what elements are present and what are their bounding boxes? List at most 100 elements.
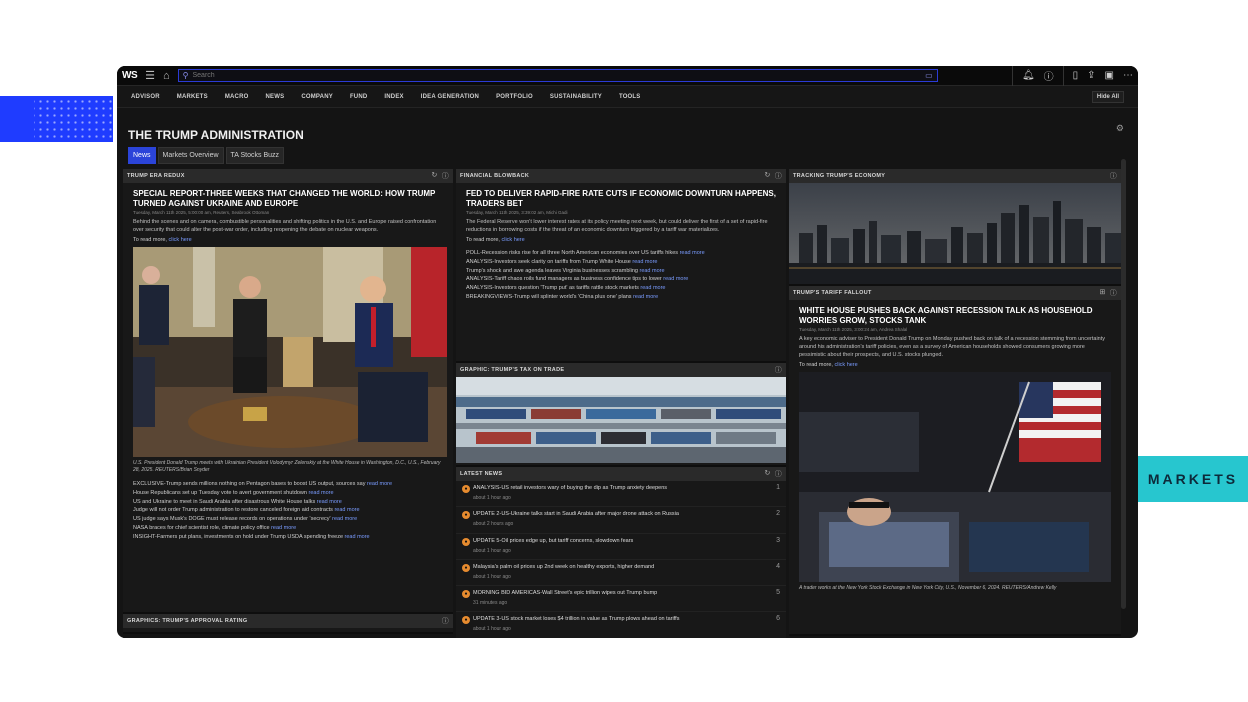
list-item[interactable]: INSIGHT-Farmers put plans, investments o…	[133, 533, 443, 542]
article-image[interactable]	[123, 243, 453, 457]
reuters-icon: ●	[462, 590, 470, 599]
list-item[interactable]: BREAKINGVIEWS-Trump will splinter world'…	[466, 293, 776, 302]
help-icon[interactable]: ⓘ	[1044, 68, 1054, 83]
click-here-link[interactable]: click here	[168, 237, 191, 243]
news-rank: 4	[776, 562, 780, 570]
divider	[1062, 66, 1064, 86]
news-title[interactable]: Malaysia's palm oil prices up 2nd week o…	[473, 563, 770, 571]
news-row[interactable]: ● MORNING BID AMERICAS-Wall Street's epi…	[456, 586, 786, 613]
info-icon[interactable]: ⓘ	[442, 171, 449, 181]
nav-item-tools[interactable]: TOOLS	[619, 94, 641, 100]
read-more-link[interactable]: read more	[633, 294, 658, 300]
search-input[interactable]	[192, 72, 922, 79]
read-more-link[interactable]: read more	[345, 534, 370, 540]
article-headline[interactable]: WHITE HOUSE PUSHES BACK AGAINST RECESSIO…	[789, 300, 1121, 326]
read-more-link[interactable]: read more	[367, 481, 392, 487]
nav-item-idea-generation[interactable]: IDEA GENERATION	[421, 94, 479, 100]
nav-item-portfolio[interactable]: PORTFOLIO	[496, 94, 533, 100]
article-image[interactable]	[789, 368, 1121, 582]
list-item[interactable]: Trump's shock and awe agenda leaves Virg…	[466, 267, 776, 276]
news-title[interactable]: ANALYSIS-US retail investors wary of buy…	[473, 484, 770, 492]
nav-item-advisor[interactable]: ADVISOR	[131, 94, 160, 100]
info-icon[interactable]: ⓘ	[775, 469, 782, 479]
list-item[interactable]: EXCLUSIVE-Trump sends millions nothing o…	[133, 480, 443, 489]
panel-tracking-economy: TRACKING TRUMP'S ECONOMY ⓘ	[789, 169, 1121, 286]
nav-item-index[interactable]: INDEX	[384, 94, 403, 100]
tab-markets-overview[interactable]: Markets Overview	[157, 147, 224, 164]
list-item[interactable]: ANALYSIS-Investors seek clarity on tarif…	[466, 258, 776, 267]
news-title[interactable]: UPDATE 2-US-Ukraine talks start in Saudi…	[473, 510, 770, 518]
shipping-port-photo[interactable]	[456, 377, 786, 463]
tab-ta-stocks-buzz[interactable]: TA Stocks Buzz	[225, 147, 285, 164]
refresh-icon[interactable]: ↻	[432, 171, 438, 181]
settings-icon[interactable]: ⚙	[1116, 123, 1124, 134]
info-icon[interactable]: ⓘ	[775, 171, 782, 181]
news-row[interactable]: ● Malaysia's palm oil prices up 2nd week…	[456, 560, 786, 587]
share-icon[interactable]: ⇪	[1087, 70, 1095, 81]
read-more-link[interactable]: read more	[334, 507, 359, 513]
news-row[interactable]: ● ANALYSIS-US retail investors wary of b…	[456, 481, 786, 508]
refresh-icon[interactable]: ↻	[765, 171, 771, 181]
nav-item-markets[interactable]: MARKETS	[177, 94, 208, 100]
news-row[interactable]: ● UPDATE 2-US-Ukraine talks start in Sau…	[456, 507, 786, 534]
list-item[interactable]: POLL-Recession risks rise for all three …	[466, 249, 776, 258]
article-headline[interactable]: FED TO DELIVER RAPID-FIRE RATE CUTS IF E…	[456, 183, 786, 209]
list-item[interactable]: US judge says Musk's DOGE must release r…	[133, 515, 443, 524]
article-headline[interactable]: SPECIAL REPORT-THREE WEEKS THAT CHANGED …	[123, 183, 453, 209]
list-item[interactable]: NASA braces for chief scientist role, cl…	[133, 524, 443, 533]
hide-all-button[interactable]: Hide All	[1091, 90, 1124, 103]
column-left: TRUMP ERA REDUX ↻ ⓘ SPECIAL REPORT-THREE …	[123, 169, 453, 638]
news-row[interactable]: ● UPDATE 3-US stock market loses $4 tril…	[456, 612, 786, 638]
keyboard-icon[interactable]: ▭	[925, 71, 933, 80]
refresh-icon[interactable]: ↻	[765, 469, 771, 479]
chart-icon[interactable]: ⊞	[1100, 288, 1106, 298]
panel-header: GRAPHICS: TRUMP'S APPROVAL RATING ⓘ	[123, 614, 453, 628]
info-icon[interactable]: ⓘ	[1110, 288, 1117, 298]
tab-news[interactable]: News	[128, 147, 156, 164]
read-more-link[interactable]: read more	[271, 525, 296, 531]
info-icon[interactable]: ⓘ	[1110, 171, 1117, 181]
search-bar[interactable]: ⚲ ▭	[177, 69, 938, 82]
click-here-link[interactable]: click here	[834, 362, 857, 368]
panel-title: GRAPHICS: TRUMP'S APPROVAL RATING	[127, 618, 248, 624]
news-title[interactable]: UPDATE 3-US stock market loses $4 trilli…	[473, 615, 770, 623]
read-more-link[interactable]: read more	[663, 276, 688, 282]
app-logo[interactable]: WS	[122, 70, 138, 81]
read-more-link[interactable]: read more	[632, 259, 657, 265]
column-middle: FINANCIAL BLOWBACK ↻ ⓘ FED TO DELIVER RAP…	[456, 169, 786, 638]
scrollbar[interactable]	[1121, 159, 1126, 609]
read-more-link[interactable]: read more	[332, 516, 357, 522]
read-more-link[interactable]: read more	[639, 268, 664, 274]
nav-item-macro[interactable]: MACRO	[225, 94, 249, 100]
news-title[interactable]: MORNING BID AMERICAS-Wall Street's epic …	[473, 589, 770, 597]
city-skyline-photo[interactable]	[789, 183, 1121, 284]
list-item[interactable]: Judge will not order Trump administratio…	[133, 506, 443, 515]
info-icon[interactable]: ⓘ	[775, 365, 782, 375]
list-item[interactable]: US and Ukraine to meet in Saudi Arabia a…	[133, 498, 443, 507]
nav-item-company[interactable]: COMPANY	[301, 94, 333, 100]
nav-item-fund[interactable]: FUND	[350, 94, 367, 100]
document-icon[interactable]: ▯	[1073, 70, 1079, 81]
list-item[interactable]: ANALYSIS-Investors question 'Trump put' …	[466, 284, 776, 293]
news-row[interactable]: ● UPDATE 5-Oil prices edge up, but tarif…	[456, 534, 786, 560]
more-icon[interactable]: ⋯	[1123, 70, 1133, 81]
save-icon[interactable]: ▣	[1105, 70, 1114, 81]
read-more-link[interactable]: read more	[317, 499, 342, 505]
bell-icon[interactable]: 🔔︎	[1022, 70, 1035, 81]
read-more-link[interactable]: read more	[309, 490, 334, 496]
list-item[interactable]: ANALYSIS-Tariff chaos roils fund manager…	[466, 275, 776, 284]
nav-item-sustainability[interactable]: SUSTAINABILITY	[550, 94, 602, 100]
read-more-line: To read more, click here	[456, 234, 786, 243]
page-tabs: News Markets Overview TA Stocks Buzz	[128, 147, 285, 164]
menu-icon[interactable]: ☰	[145, 66, 155, 86]
read-more-link[interactable]: read more	[640, 285, 665, 291]
info-icon[interactable]: ⓘ	[442, 616, 449, 626]
click-here-link[interactable]: click here	[501, 237, 524, 243]
read-more-text: To read more,	[466, 237, 500, 243]
read-more-link[interactable]: read more	[680, 250, 705, 256]
home-icon[interactable]: ⌂	[163, 66, 170, 86]
nav-item-news[interactable]: NEWS	[266, 94, 285, 100]
list-item[interactable]: House Republicans set up Tuesday vote to…	[133, 489, 443, 498]
news-title[interactable]: UPDATE 5-Oil prices edge up, but tariff …	[473, 537, 770, 545]
news-age: about 1 hour ago	[473, 626, 511, 633]
